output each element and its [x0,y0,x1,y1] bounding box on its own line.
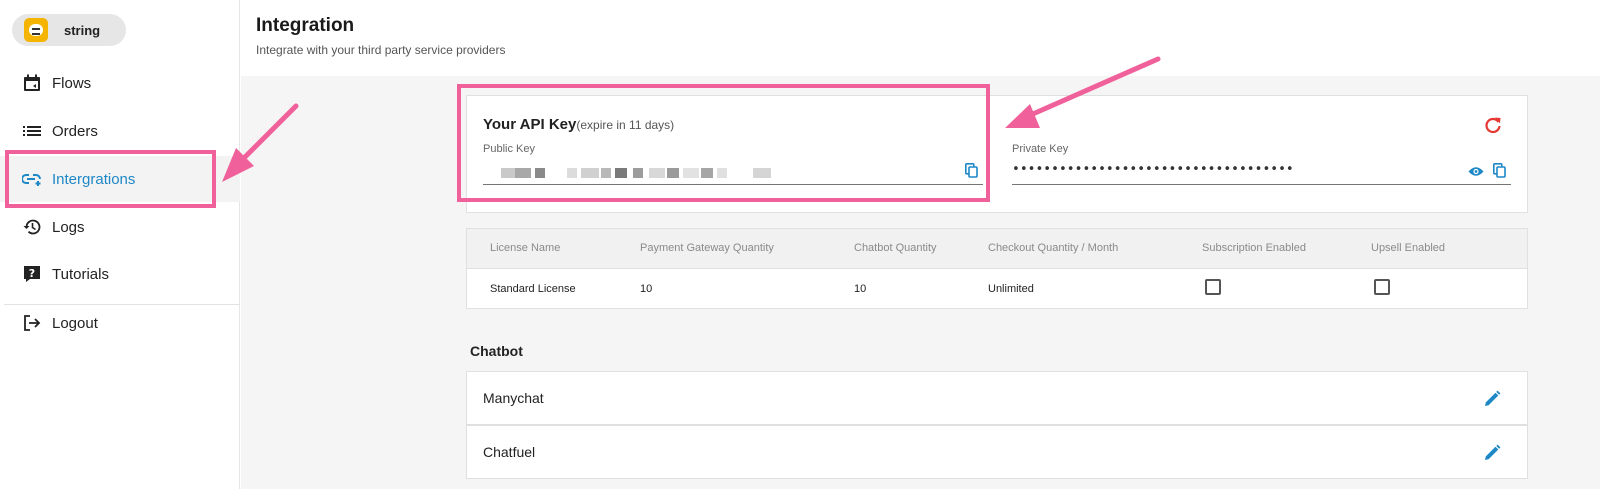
logout-button[interactable]: Logout [0,300,240,346]
sidebar-item-label: Orders [52,122,98,140]
workspace-logo-icon [24,18,48,42]
logout-icon [22,313,42,333]
sidebar-item-flows[interactable]: Flows [0,60,240,106]
subscription-enabled-checkbox[interactable] [1205,279,1221,295]
column-header: Subscription Enabled [1202,242,1306,254]
table-cell: 10 [640,283,653,295]
history-icon [22,217,42,237]
sidebar-item-tutorials[interactable]: ? Tutorials [0,251,240,297]
chatbot-section-title: Chatbot [470,343,523,359]
help-icon: ? [22,264,42,284]
edit-pencil-icon[interactable] [1481,442,1503,464]
show-private-key-eye-icon[interactable] [1467,163,1485,179]
sidebar: string Flows Orders Intergrations Logs ?… [0,0,240,489]
chatbot-name: Chatfuel [483,444,536,460]
page-subtitle: Integrate with your third party service … [256,43,506,57]
logout-label: Logout [52,314,98,332]
column-header: Checkout Quantity / Month [988,242,1119,254]
svg-text:?: ? [29,267,35,280]
workspace-switcher[interactable]: string [12,14,126,46]
sidebar-item-logs[interactable]: Logs [0,204,240,250]
sidebar-item-label: Tutorials [52,265,109,283]
private-key-field[interactable]: •••••••••••••••••••••••••••••••••••• [1012,162,1294,177]
edit-pencil-icon[interactable] [1481,388,1503,410]
sidebar-item-orders[interactable]: Orders [0,108,240,154]
column-header: Upsell Enabled [1371,242,1445,254]
sidebar-item-label: Logs [52,218,85,236]
private-key-underline [1012,184,1511,185]
chatbot-name: Manychat [483,390,544,406]
page-title: Integration [256,15,355,36]
list-item-chatbot[interactable]: Manychat [466,371,1528,425]
page-header: Integration Integrate with your third pa… [241,0,1600,76]
api-key-highlight-box [457,84,990,202]
refresh-api-key-icon[interactable] [1482,114,1504,136]
calendar-icon [22,73,42,93]
upsell-enabled-checkbox[interactable] [1374,279,1390,295]
list-item-chatbot[interactable]: Chatfuel [466,425,1528,479]
table-cell: Unlimited [988,283,1034,295]
integrations-highlight-box [5,150,216,208]
table-cell: 10 [854,283,867,295]
table-cell: Standard License [490,283,576,295]
copy-private-key-icon[interactable] [1491,162,1507,178]
column-header: Payment Gateway Quantity [640,242,774,254]
license-table: License Name Payment Gateway Quantity Ch… [466,228,1528,309]
column-header: Chatbot Quantity [854,242,937,254]
list-icon [22,121,42,141]
column-header: License Name [490,242,561,254]
sidebar-item-label: Flows [52,74,92,92]
license-table-header: License Name Payment Gateway Quantity Ch… [467,229,1527,269]
private-key-label: Private Key [1012,143,1069,155]
workspace-name: string [64,22,101,38]
